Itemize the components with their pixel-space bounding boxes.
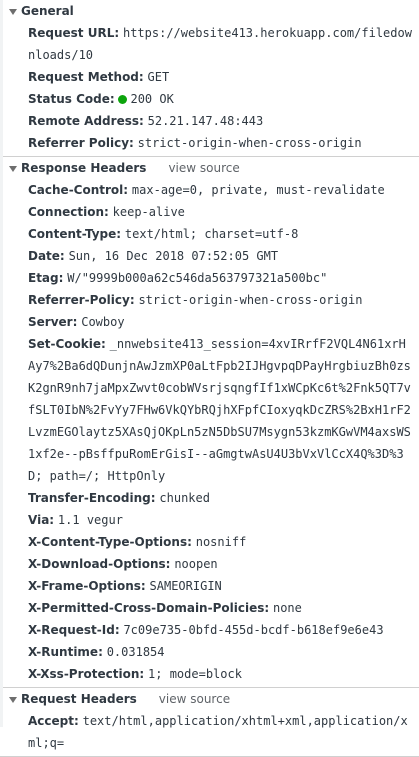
- general-row-remote-address: Remote Address: 52.21.147.48:443: [28, 110, 415, 132]
- header-value: 52.21.147.48:443: [147, 114, 264, 128]
- header-row: Accept: text/html,application/xhtml+xml,…: [28, 710, 415, 754]
- header-key: Status Code:: [28, 92, 115, 106]
- general-header[interactable]: General: [0, 0, 419, 22]
- header-row: Server: Cowboy: [28, 311, 415, 333]
- general-section: General Request URL: https://website413.…: [0, 0, 419, 157]
- header-key: Referrer Policy:: [28, 136, 134, 150]
- header-value: 7c09e735-0bfd-455d-bcdf-b618ef9e6e43: [123, 623, 384, 637]
- header-row: X-Permitted-Cross-Domain-Policies: none: [28, 597, 415, 619]
- general-row-request-url: Request URL: https://website413.herokuap…: [28, 22, 415, 66]
- header-key: X-Runtime:: [28, 645, 103, 659]
- request-headers-rows: Accept: text/html,application/xhtml+xml,…: [0, 710, 419, 756]
- header-key: X-Request-Id:: [28, 623, 120, 637]
- header-row: Set-Cookie: _nnwebsite413_session=4xvIRr…: [28, 333, 415, 487]
- header-key: Request URL:: [28, 26, 120, 40]
- response-headers-section: Response Headers view source Cache-Contr…: [0, 157, 419, 688]
- request-headers-header[interactable]: Request Headers view source: [0, 688, 419, 710]
- header-value: text/html; charset=utf-8: [124, 227, 299, 241]
- request-headers-section: Request Headers view source Accept: text…: [0, 688, 419, 757]
- general-rows: Request URL: https://website413.herokuap…: [0, 22, 419, 156]
- header-key: Connection:: [28, 205, 109, 219]
- header-row: X-Download-Options: noopen: [28, 553, 415, 575]
- header-row: X-Frame-Options: SAMEORIGIN: [28, 575, 415, 597]
- header-key: Date:: [28, 249, 65, 263]
- header-row: X-Request-Id: 7c09e735-0bfd-455d-bcdf-b6…: [28, 619, 415, 641]
- header-value: 1; mode=block: [148, 667, 242, 681]
- response-headers-rows: Cache-Control: max-age=0, private, must-…: [0, 179, 419, 687]
- header-key: Remote Address:: [28, 114, 144, 128]
- header-row: Connection: keep-alive: [28, 201, 415, 223]
- view-source-link[interactable]: view source: [159, 692, 230, 706]
- expand-triangle-icon[interactable]: [9, 8, 17, 15]
- header-key: Via:: [28, 513, 55, 527]
- header-value: 200 OK: [130, 92, 174, 106]
- header-row: Content-Type: text/html; charset=utf-8: [28, 223, 415, 245]
- header-row: Via: 1.1 vegur: [28, 509, 415, 531]
- response-headers-header[interactable]: Response Headers view source: [0, 157, 419, 179]
- header-row: Cache-Control: max-age=0, private, must-…: [28, 179, 415, 201]
- expand-triangle-icon[interactable]: [9, 696, 17, 703]
- header-key: Transfer-Encoding:: [28, 491, 156, 505]
- header-key: Accept:: [28, 714, 79, 728]
- expand-triangle-icon[interactable]: [9, 165, 17, 172]
- header-value: _nnwebsite413_session=4xvIRrfF2VQL4N61xr…: [28, 337, 411, 483]
- header-value: chunked: [159, 491, 210, 505]
- header-row: X-Content-Type-Options: nosniff: [28, 531, 415, 553]
- header-key: X-Frame-Options:: [28, 579, 146, 593]
- header-row: X-Runtime: 0.031854: [28, 641, 415, 663]
- general-title: General: [21, 4, 74, 18]
- header-key: Etag:: [28, 271, 64, 285]
- panel-edge: [0, 0, 3, 727]
- header-value: nosniff: [195, 535, 247, 549]
- header-value: strict-origin-when-cross-origin: [137, 136, 362, 150]
- header-row: Transfer-Encoding: chunked: [28, 487, 415, 509]
- request-headers-title: Request Headers: [21, 692, 137, 706]
- header-value: W/"9999b000a62c546da563797321a500bc": [67, 271, 328, 285]
- header-key: Referrer-Policy:: [28, 293, 135, 307]
- response-headers-title: Response Headers: [21, 161, 147, 175]
- header-key: Content-Type:: [28, 227, 122, 241]
- view-source-link[interactable]: view source: [168, 161, 239, 175]
- header-value: 1.1 vegur: [57, 513, 123, 527]
- header-row: Date: Sun, 16 Dec 2018 07:52:05 GMT: [28, 245, 415, 267]
- header-key: X-Download-Options:: [28, 557, 171, 571]
- header-key: Cache-Control:: [28, 183, 129, 197]
- header-value: Cowboy: [81, 315, 125, 329]
- header-value: none: [272, 601, 302, 615]
- header-value: strict-origin-when-cross-origin: [138, 293, 363, 307]
- header-row: X-Xss-Protection: 1; mode=block: [28, 663, 415, 685]
- header-key: X-Permitted-Cross-Domain-Policies:: [28, 601, 270, 615]
- general-row-referrer-policy: Referrer Policy: strict-origin-when-cros…: [28, 132, 415, 154]
- status-ok-icon: [118, 95, 128, 104]
- header-row: Referrer-Policy: strict-origin-when-cros…: [28, 289, 415, 311]
- header-value: Sun, 16 Dec 2018 07:52:05 GMT: [68, 249, 279, 263]
- header-value: SAMEORIGIN: [149, 579, 222, 593]
- header-value: text/html,application/xhtml+xml,applicat…: [28, 714, 408, 750]
- header-key: X-Content-Type-Options:: [28, 535, 192, 549]
- header-value: noopen: [174, 557, 218, 571]
- header-value: 0.031854: [106, 645, 165, 659]
- header-key: X-Xss-Protection:: [28, 667, 145, 681]
- header-value: keep-alive: [112, 205, 185, 219]
- header-value: max-age=0, private, must-revalidate: [131, 183, 385, 197]
- header-key: Request Method:: [28, 70, 144, 84]
- header-key: Server:: [28, 315, 78, 329]
- header-value: GET: [147, 70, 170, 84]
- general-row-request-method: Request Method: GET: [28, 66, 415, 88]
- header-key: Set-Cookie:: [28, 337, 106, 351]
- general-row-status-code: Status Code: 200 OK: [28, 88, 415, 110]
- header-row: Etag: W/"9999b000a62c546da563797321a500b…: [28, 267, 415, 289]
